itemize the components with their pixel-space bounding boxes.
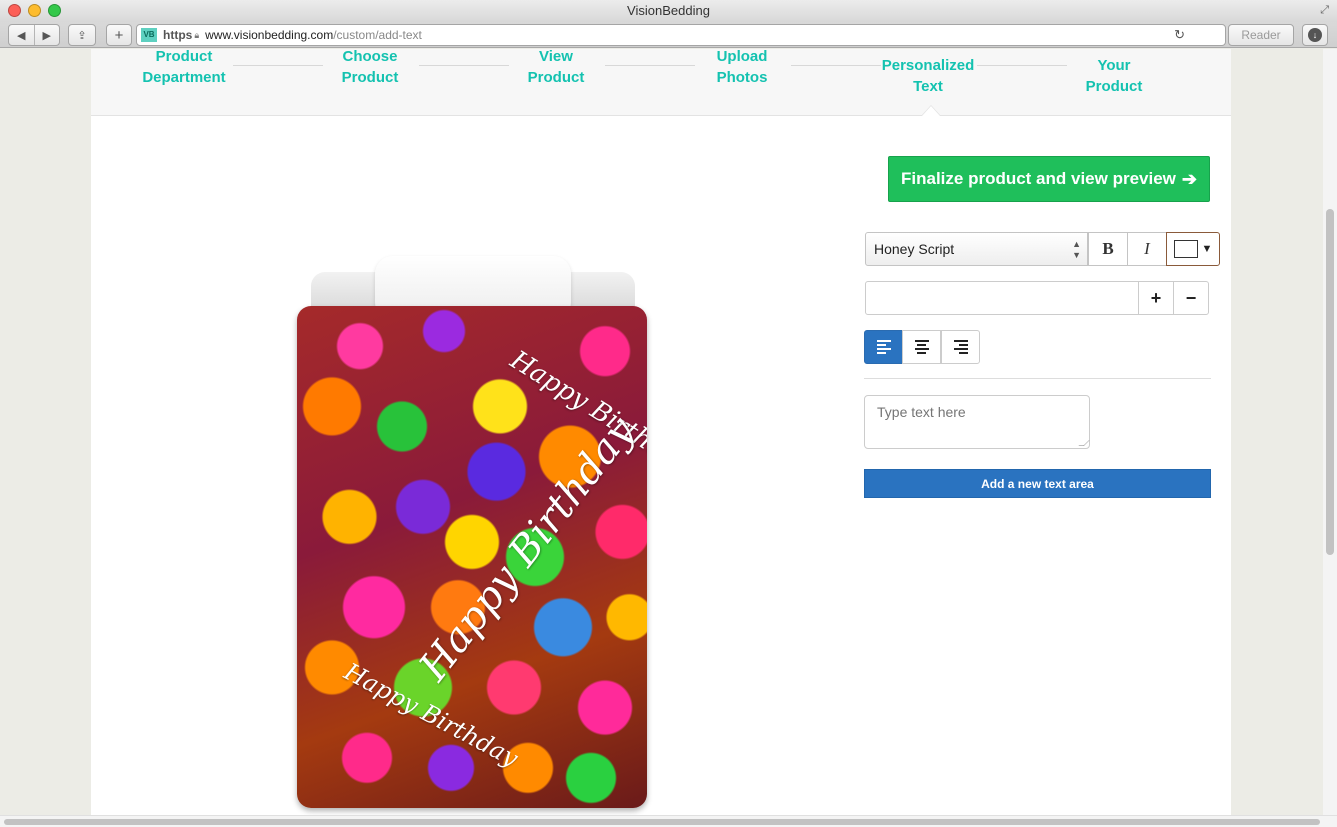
site-favicon: VB [141,28,157,42]
arrow-right-icon: ➔ [1181,168,1197,189]
lock-icon: 🔒︎ [194,30,200,40]
back-icon[interactable]: ◀ [9,29,34,42]
url-path: /custom/add-text [333,28,422,42]
font-selected-value: Honey Script [874,241,955,257]
custom-text-input[interactable] [864,395,1090,449]
step-progress-bar: Product Department Choose Product View P… [91,49,1231,116]
step-label: Product [527,69,585,86]
address-bar[interactable]: VB https 🔒︎ www.visionbedding.com/custom… [136,24,1226,46]
active-step-indicator-fill [922,106,940,116]
bold-button[interactable]: B [1088,232,1128,266]
finalize-preview-button[interactable]: Finalize product and view preview ➔ [888,156,1210,202]
download-icon: ↓ [1308,28,1322,42]
step-label: Photos [716,69,768,86]
page-viewport: Product Department Choose Product View P… [0,49,1337,827]
add-text-area-button[interactable]: Add a new text area [864,469,1211,498]
step-choose-product[interactable]: Choose Product [315,49,425,88]
step-label: Product [155,49,213,65]
zoom-window-button[interactable] [48,4,61,17]
decrease-size-button[interactable]: − [1173,281,1209,315]
browser-toolbar: ◀ ▶ ⇪ + VB https 🔒︎ www.visionbedding.co… [0,22,1337,48]
align-center-button[interactable] [902,330,941,364]
step-connector [233,65,323,66]
back-forward-group: ◀ ▶ [8,24,60,46]
forward-icon[interactable]: ▶ [35,29,60,42]
align-right-button[interactable] [941,330,980,364]
https-label: https [163,28,193,42]
step-label: Personalized [881,57,975,74]
step-label: Your [1097,57,1131,74]
plus-icon: + [114,26,124,44]
close-window-button[interactable] [8,4,21,17]
window-title: VisionBedding [627,3,710,18]
horizontal-scroll-thumb[interactable] [4,819,1320,825]
step-product-department[interactable]: Product Department [129,49,239,88]
vertical-scroll-thumb[interactable] [1326,209,1334,555]
step-label: Department [142,69,226,86]
url-host: www.visionbedding.com [205,28,334,42]
font-size-input[interactable] [865,281,1139,315]
share-icon: ⇪ [77,29,87,42]
align-right-icon [953,340,968,354]
new-tab-button[interactable]: + [106,24,132,46]
share-button[interactable]: ⇪ [68,24,96,46]
page-content: Product Department Choose Product View P… [91,49,1231,827]
step-label: View [539,49,573,65]
minimize-window-button[interactable] [28,4,41,17]
text-color-picker[interactable]: ▼ [1166,232,1220,266]
duvet-preview: Happy Birthday Happy Birthday Happy Birt… [297,254,649,812]
step-label: Product [1085,78,1143,95]
step-personalized-text[interactable]: Personalized Text [873,55,983,97]
step-connector [605,65,695,66]
step-connector [419,65,509,66]
fullscreen-icon[interactable]: ⤢ [1320,4,1329,17]
step-upload-photos[interactable]: Upload Photos [687,49,797,88]
step-label: Choose [342,49,398,65]
downloads-button[interactable]: ↓ [1302,24,1328,46]
increase-size-button[interactable]: + [1138,281,1174,315]
align-left-icon [876,340,891,354]
caret-down-icon: ▼ [1201,243,1213,255]
finalize-label: Finalize product and view preview [901,169,1176,188]
reload-icon[interactable]: ↻ [1174,25,1185,45]
step-connector [977,65,1067,66]
horizontal-scrollbar[interactable] [0,815,1337,827]
select-updown-icon: ▲ ▼ [1072,239,1081,260]
vertical-scrollbar[interactable] [1323,49,1337,815]
align-center-icon [914,340,929,354]
italic-button[interactable]: I [1127,232,1167,266]
duvet-cover-image[interactable]: Happy Birthday Happy Birthday Happy Birt… [297,306,647,808]
overlay-text-center[interactable]: Happy Birthday [410,409,644,690]
window-titlebar: VisionBedding ⤢ [0,0,1337,22]
step-your-product[interactable]: Your Product [1059,55,1169,97]
reader-button[interactable]: Reader [1228,24,1294,46]
step-view-product[interactable]: View Product [501,49,611,88]
step-label: Upload [716,49,768,65]
section-divider [864,378,1211,379]
color-swatch [1173,240,1198,258]
step-connector [791,65,881,66]
font-family-select[interactable]: Honey Script ▲ ▼ [865,232,1088,266]
step-label: Product [341,69,399,86]
step-label: Text [913,78,943,95]
align-left-button[interactable] [864,330,903,364]
